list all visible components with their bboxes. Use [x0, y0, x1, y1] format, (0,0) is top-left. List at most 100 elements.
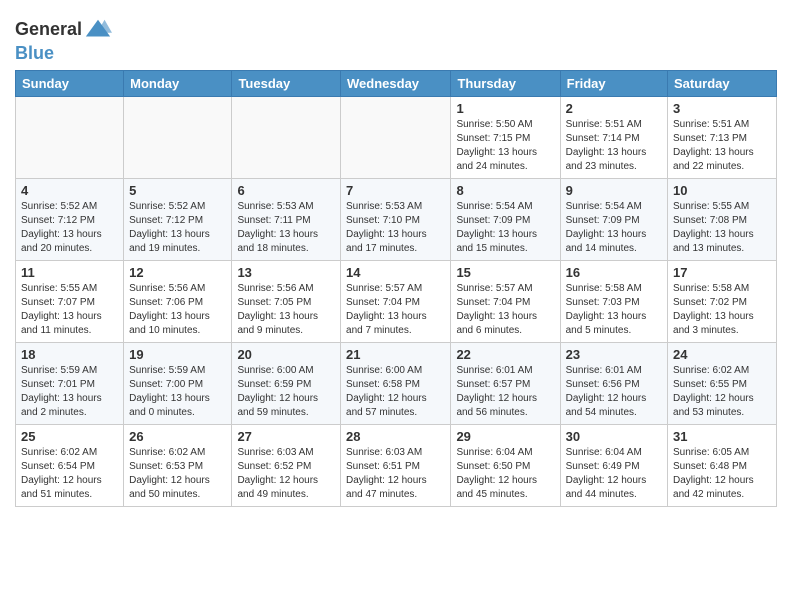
calendar-cell: 20 Sunrise: 6:00 AM Sunset: 6:59 PM Dayli…: [232, 343, 341, 425]
day-info: Sunrise: 6:03 AM Sunset: 6:52 PM Dayligh…: [237, 446, 335, 502]
calendar-table: SundayMondayTuesdayWednesdayThursdayFrid…: [15, 70, 777, 507]
calendar-cell: [16, 97, 124, 179]
calendar-cell: 31 Sunrise: 6:05 AM Sunset: 6:48 PM Dayli…: [668, 425, 777, 507]
calendar-cell: 2Sunrise: 5:51 AM Sunset: 7:14 PM Daylig…: [560, 97, 667, 179]
calendar-cell: 9Sunrise: 5:54 AM Sunset: 7:09 PM Daylig…: [560, 179, 667, 261]
calendar-cell: 16Sunrise: 5:58 AM Sunset: 7:03 PM Dayli…: [560, 261, 667, 343]
calendar-header-monday: Monday: [124, 71, 232, 97]
day-info: Sunrise: 5:58 AM Sunset: 7:02 PM Dayligh…: [673, 282, 771, 338]
day-info: Sunrise: 6:02 AM Sunset: 6:53 PM Dayligh…: [129, 446, 226, 502]
calendar-cell: 1 Sunrise: 5:50 AM Sunset: 7:15 PM Daylig…: [451, 97, 560, 179]
day-number: 28: [346, 429, 445, 444]
day-number: 19: [129, 347, 226, 362]
day-info: Sunrise: 6:05 AM Sunset: 6:48 PM Dayligh…: [673, 446, 771, 502]
day-info: Sunrise: 6:01 AM Sunset: 6:57 PM Dayligh…: [456, 364, 554, 420]
calendar-cell: 19 Sunrise: 5:59 AM Sunset: 7:00 PM Dayli…: [124, 343, 232, 425]
day-number: 7: [346, 183, 445, 198]
calendar-cell: 15Sunrise: 5:57 AM Sunset: 7:04 PM Dayli…: [451, 261, 560, 343]
day-number: 22: [456, 347, 554, 362]
day-info: Sunrise: 5:51 AM Sunset: 7:13 PM Dayligh…: [673, 118, 771, 174]
calendar-cell: 4 Sunrise: 5:52 AM Sunset: 7:12 PM Daylig…: [16, 179, 124, 261]
day-info: Sunrise: 6:01 AM Sunset: 6:56 PM Dayligh…: [566, 364, 662, 420]
day-info: Sunrise: 5:50 AM Sunset: 7:15 PM Dayligh…: [456, 118, 554, 174]
day-number: 20: [237, 347, 335, 362]
day-info: Sunrise: 6:00 AM Sunset: 6:59 PM Dayligh…: [237, 364, 335, 420]
day-info: Sunrise: 5:55 AM Sunset: 7:08 PM Dayligh…: [673, 200, 771, 256]
calendar-header-wednesday: Wednesday: [341, 71, 451, 97]
calendar-cell: 29 Sunrise: 6:04 AM Sunset: 6:50 PM Dayli…: [451, 425, 560, 507]
day-number: 16: [566, 265, 662, 280]
day-info: Sunrise: 6:04 AM Sunset: 6:50 PM Dayligh…: [456, 446, 554, 502]
day-info: Sunrise: 5:51 AM Sunset: 7:14 PM Dayligh…: [566, 118, 662, 174]
day-info: Sunrise: 6:04 AM Sunset: 6:49 PM Dayligh…: [566, 446, 662, 502]
day-info: Sunrise: 6:02 AM Sunset: 6:55 PM Dayligh…: [673, 364, 771, 420]
calendar-header-row: SundayMondayTuesdayWednesdayThursdayFrid…: [16, 71, 777, 97]
calendar-cell: 13 Sunrise: 5:56 AM Sunset: 7:05 PM Dayli…: [232, 261, 341, 343]
calendar-week-row: 4 Sunrise: 5:52 AM Sunset: 7:12 PM Daylig…: [16, 179, 777, 261]
calendar-header-tuesday: Tuesday: [232, 71, 341, 97]
day-number: 11: [21, 265, 118, 280]
day-info: Sunrise: 5:53 AM Sunset: 7:11 PM Dayligh…: [237, 200, 335, 256]
day-number: 26: [129, 429, 226, 444]
day-number: 3: [673, 101, 771, 116]
calendar-cell: 5 Sunrise: 5:52 AM Sunset: 7:12 PM Daylig…: [124, 179, 232, 261]
calendar-week-row: 25Sunrise: 6:02 AM Sunset: 6:54 PM Dayli…: [16, 425, 777, 507]
day-number: 1: [456, 101, 554, 116]
calendar-cell: 6 Sunrise: 5:53 AM Sunset: 7:11 PM Daylig…: [232, 179, 341, 261]
logo-icon: [84, 16, 112, 44]
day-number: 5: [129, 183, 226, 198]
day-number: 18: [21, 347, 118, 362]
calendar-cell: 30 Sunrise: 6:04 AM Sunset: 6:49 PM Dayli…: [560, 425, 667, 507]
day-number: 4: [21, 183, 118, 198]
day-number: 31: [673, 429, 771, 444]
calendar-cell: 23 Sunrise: 6:01 AM Sunset: 6:56 PM Dayli…: [560, 343, 667, 425]
day-number: 15: [456, 265, 554, 280]
day-number: 14: [346, 265, 445, 280]
calendar-cell: 24 Sunrise: 6:02 AM Sunset: 6:55 PM Dayli…: [668, 343, 777, 425]
day-info: Sunrise: 5:54 AM Sunset: 7:09 PM Dayligh…: [456, 200, 554, 256]
day-number: 8: [456, 183, 554, 198]
day-info: Sunrise: 6:03 AM Sunset: 6:51 PM Dayligh…: [346, 446, 445, 502]
day-info: Sunrise: 5:52 AM Sunset: 7:12 PM Dayligh…: [21, 200, 118, 256]
day-number: 17: [673, 265, 771, 280]
day-number: 24: [673, 347, 771, 362]
day-number: 30: [566, 429, 662, 444]
calendar-cell: 3 Sunrise: 5:51 AM Sunset: 7:13 PM Daylig…: [668, 97, 777, 179]
logo-text-line1: General: [15, 20, 82, 40]
day-number: 21: [346, 347, 445, 362]
calendar-header-thursday: Thursday: [451, 71, 560, 97]
calendar-cell: 11Sunrise: 5:55 AM Sunset: 7:07 PM Dayli…: [16, 261, 124, 343]
day-number: 12: [129, 265, 226, 280]
day-number: 10: [673, 183, 771, 198]
day-info: Sunrise: 5:59 AM Sunset: 7:00 PM Dayligh…: [129, 364, 226, 420]
day-info: Sunrise: 6:00 AM Sunset: 6:58 PM Dayligh…: [346, 364, 445, 420]
day-info: Sunrise: 5:53 AM Sunset: 7:10 PM Dayligh…: [346, 200, 445, 256]
day-number: 6: [237, 183, 335, 198]
calendar-week-row: 1 Sunrise: 5:50 AM Sunset: 7:15 PM Daylig…: [16, 97, 777, 179]
calendar-cell: 18 Sunrise: 5:59 AM Sunset: 7:01 PM Dayli…: [16, 343, 124, 425]
day-info: Sunrise: 5:57 AM Sunset: 7:04 PM Dayligh…: [346, 282, 445, 338]
day-number: 29: [456, 429, 554, 444]
calendar-cell: 28 Sunrise: 6:03 AM Sunset: 6:51 PM Dayli…: [341, 425, 451, 507]
day-number: 25: [21, 429, 118, 444]
day-number: 27: [237, 429, 335, 444]
calendar-cell: 25Sunrise: 6:02 AM Sunset: 6:54 PM Dayli…: [16, 425, 124, 507]
logo: General Blue: [15, 16, 112, 64]
calendar-header-saturday: Saturday: [668, 71, 777, 97]
calendar-cell: 26 Sunrise: 6:02 AM Sunset: 6:53 PM Dayli…: [124, 425, 232, 507]
calendar-week-row: 18 Sunrise: 5:59 AM Sunset: 7:01 PM Dayli…: [16, 343, 777, 425]
calendar-cell: 8 Sunrise: 5:54 AM Sunset: 7:09 PM Daylig…: [451, 179, 560, 261]
day-info: Sunrise: 5:56 AM Sunset: 7:05 PM Dayligh…: [237, 282, 335, 338]
calendar-header-friday: Friday: [560, 71, 667, 97]
calendar-cell: 22 Sunrise: 6:01 AM Sunset: 6:57 PM Dayli…: [451, 343, 560, 425]
day-number: 13: [237, 265, 335, 280]
day-info: Sunrise: 5:52 AM Sunset: 7:12 PM Dayligh…: [129, 200, 226, 256]
day-info: Sunrise: 5:59 AM Sunset: 7:01 PM Dayligh…: [21, 364, 118, 420]
calendar-cell: 14 Sunrise: 5:57 AM Sunset: 7:04 PM Dayli…: [341, 261, 451, 343]
calendar-cell: 21 Sunrise: 6:00 AM Sunset: 6:58 PM Dayli…: [341, 343, 451, 425]
calendar-week-row: 11Sunrise: 5:55 AM Sunset: 7:07 PM Dayli…: [16, 261, 777, 343]
day-info: Sunrise: 5:54 AM Sunset: 7:09 PM Dayligh…: [566, 200, 662, 256]
logo-text-line2: Blue: [15, 43, 54, 63]
calendar-cell: 27 Sunrise: 6:03 AM Sunset: 6:52 PM Dayli…: [232, 425, 341, 507]
day-number: 23: [566, 347, 662, 362]
